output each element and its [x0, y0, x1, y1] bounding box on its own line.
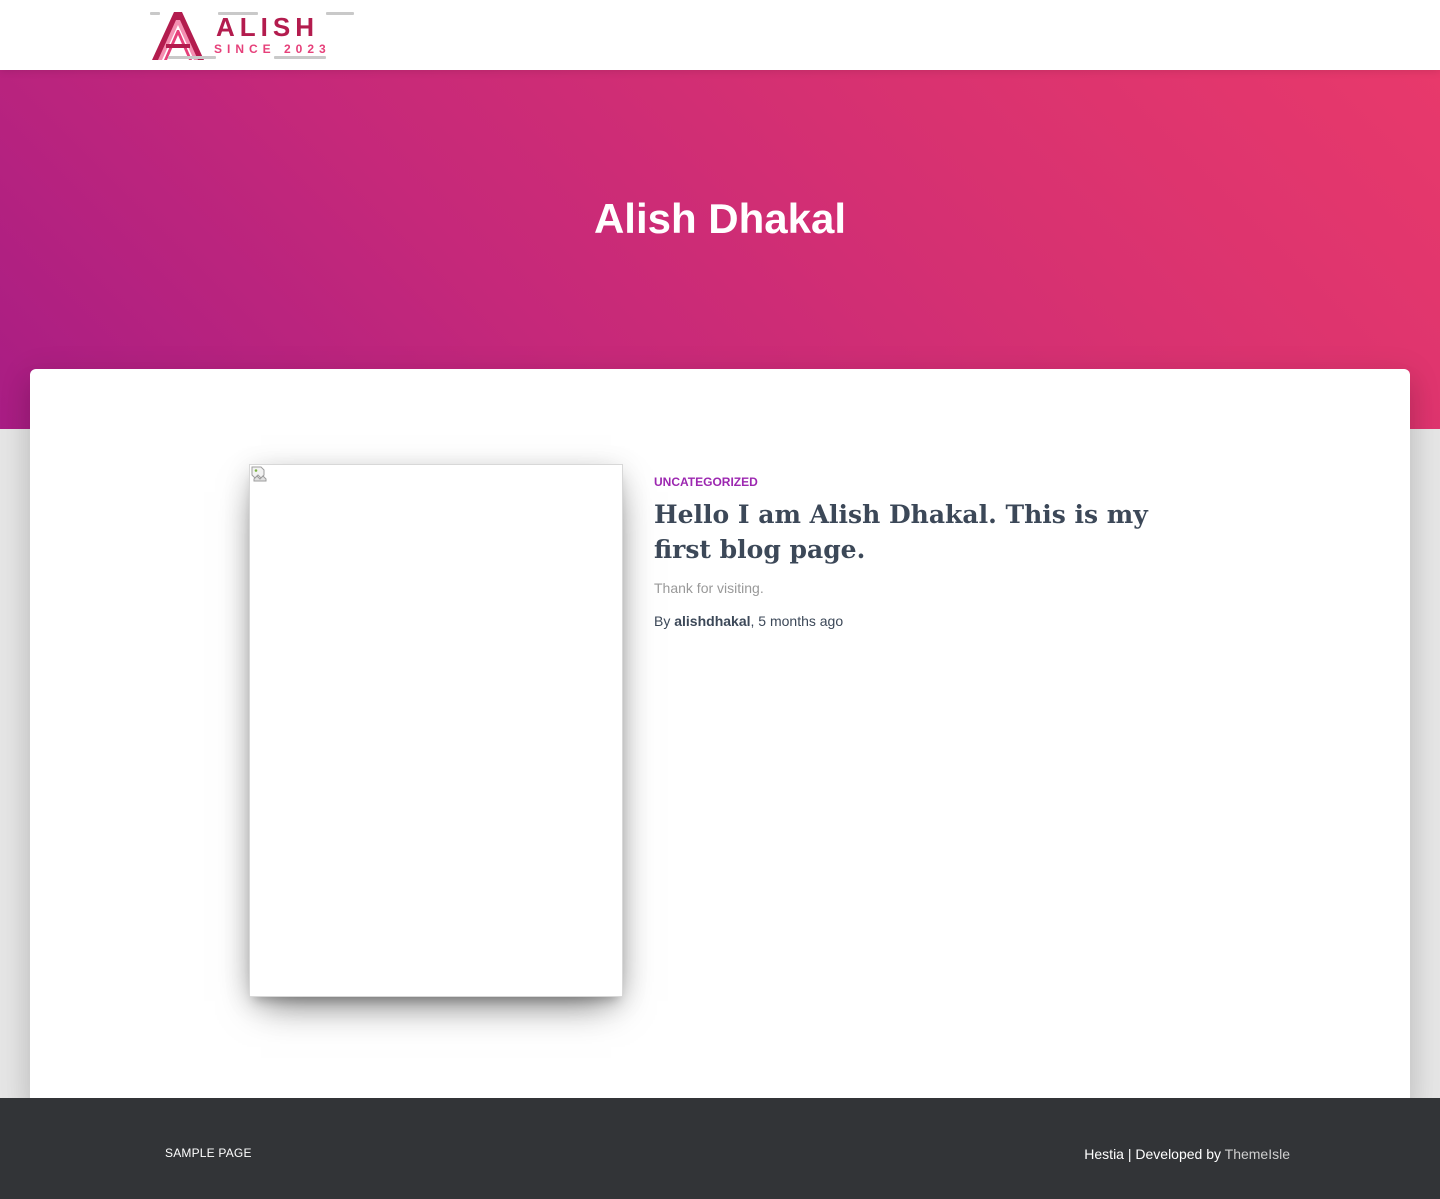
post-category-link[interactable]: Uncategorized — [654, 475, 758, 489]
footer-credit-text: Hestia | Developed by — [1084, 1146, 1221, 1162]
post-author-link[interactable]: alishdhakal — [674, 613, 750, 629]
logo-wordmark: ALISH — [216, 12, 319, 42]
post-meta: By alishdhakal, 5 months ago — [654, 613, 843, 629]
logo-tagline: SINCE 2023 — [214, 42, 331, 56]
themeisle-link[interactable]: ThemeIsle — [1225, 1146, 1290, 1162]
footer-credit: Hestia | Developed by ThemeIsle — [1084, 1146, 1290, 1162]
site-footer: Sample Page Hestia | Developed by ThemeI… — [0, 1098, 1440, 1199]
page-title: Alish Dhakal — [593, 195, 847, 242]
post-featured-image[interactable] — [249, 464, 623, 997]
post-by-label: By — [654, 613, 671, 629]
post-meta-separator: , — [750, 613, 755, 629]
logo-decoration — [218, 12, 258, 15]
logo-a-mark-icon — [152, 12, 204, 60]
post-title-link[interactable]: Hello I am Alish Dhakal. This is my firs… — [654, 497, 1174, 567]
post-date-link[interactable]: 5 months ago — [758, 613, 843, 629]
logo-decoration — [150, 12, 160, 15]
post-excerpt: Thank for visiting. — [654, 580, 764, 596]
footer-menu-item-sample-page[interactable]: Sample Page — [165, 1146, 252, 1160]
logo-decoration — [326, 12, 354, 15]
logo-decoration — [274, 56, 326, 59]
main-content-card: Uncategorized Hello I am Alish Dhakal. T… — [30, 369, 1410, 1098]
top-navbar: ALISH SINCE 2023 — [0, 0, 1440, 70]
logo-decoration — [168, 56, 216, 59]
broken-image-icon — [251, 466, 267, 482]
site-logo-link[interactable]: ALISH SINCE 2023 — [150, 8, 356, 64]
